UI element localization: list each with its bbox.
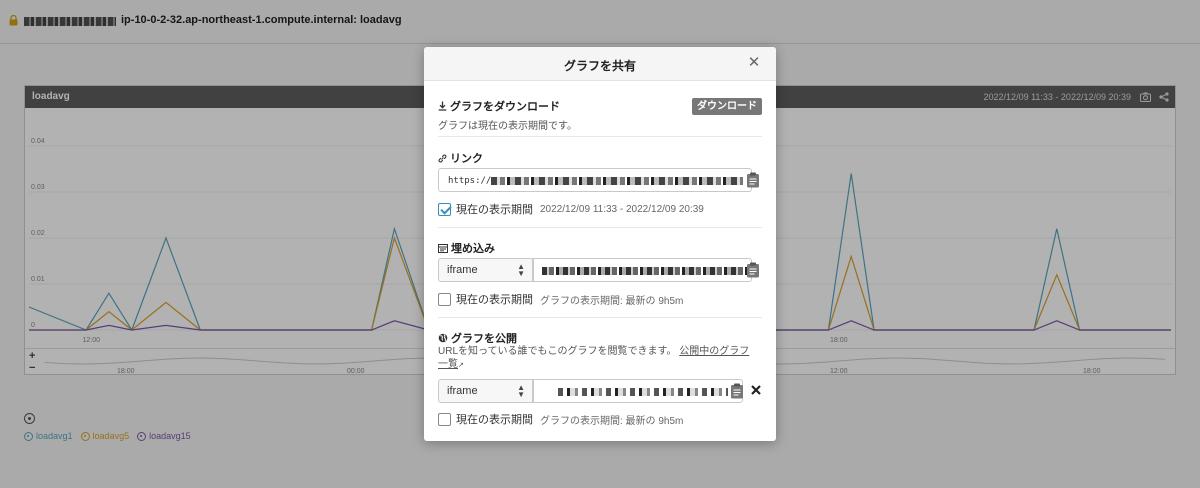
publish-desc: URLを知っている誰でもこのグラフを閲覧できます。 公開中のグラフ一覧↗ bbox=[438, 345, 758, 372]
link-title: リンク bbox=[438, 150, 762, 166]
publish-title-text: グラフを公開 bbox=[451, 333, 517, 345]
embed-period-note: グラフの表示期間: 最新の 9h5m bbox=[540, 295, 684, 307]
embed-current-period-label: 現在の表示期間 bbox=[456, 294, 533, 306]
download-button[interactable]: ダウンロード bbox=[692, 98, 762, 115]
link-section: リンク bbox=[438, 150, 762, 166]
embed-title: 埋め込み bbox=[438, 240, 762, 256]
redacted-publish-code bbox=[558, 388, 728, 396]
share-graph-dialog: グラフを共有 ✕ グラフをダウンロード グラフは現在の表示期間です。 ダウンロー… bbox=[424, 47, 776, 441]
publish-section: グラフを公開 bbox=[438, 330, 762, 346]
select-caret-icon: ▲ ▼ bbox=[517, 262, 525, 278]
publish-title: グラフを公開 bbox=[438, 330, 762, 346]
embed-section: 埋め込み bbox=[438, 240, 762, 256]
publish-current-period-checkbox[interactable] bbox=[438, 412, 451, 426]
publish-format-value: iframe bbox=[447, 385, 478, 397]
dialog-title: グラフを共有 bbox=[563, 59, 636, 73]
link-current-period-row[interactable]: 現在の表示期間 2022/12/09 11:33 - 2022/12/09 20… bbox=[438, 201, 704, 217]
download-desc: グラフは現在の表示期間です。 bbox=[438, 121, 577, 132]
publish-code-field[interactable] bbox=[533, 379, 743, 403]
redacted-embed-code bbox=[542, 267, 747, 275]
publish-desc-text: URLを知っている誰でもこのグラフを閲覧できます。 bbox=[438, 346, 677, 357]
publish-current-period-label: 現在の表示期間 bbox=[456, 414, 533, 426]
download-section: グラフをダウンロード グラフは現在の表示期間です。 ダウンロード bbox=[438, 98, 762, 132]
link-current-period-checkbox[interactable] bbox=[438, 202, 451, 216]
embed-format-select[interactable]: iframe ▲ ▼ bbox=[438, 258, 533, 282]
embed-current-period-row[interactable]: 現在の表示期間 グラフの表示期間: 最新の 9h5m bbox=[438, 291, 683, 307]
embed-current-period-checkbox[interactable] bbox=[438, 292, 451, 306]
download-icon bbox=[438, 101, 447, 111]
unpublish-x-icon[interactable] bbox=[750, 384, 762, 396]
clipboard-copy-icon[interactable] bbox=[746, 172, 760, 188]
embed-title-text: 埋め込み bbox=[451, 243, 495, 255]
globe-icon bbox=[438, 333, 448, 343]
clipboard-copy-icon[interactable] bbox=[746, 262, 760, 278]
link-title-text: リンク bbox=[450, 153, 483, 165]
divider bbox=[438, 136, 762, 137]
divider bbox=[438, 317, 762, 318]
download-title-text: グラフをダウンロード bbox=[450, 101, 560, 113]
link-icon bbox=[438, 154, 447, 162]
link-current-period-label: 現在の表示期間 bbox=[456, 204, 533, 216]
share-url-field[interactable]: https:// bbox=[438, 168, 752, 192]
select-caret-icon: ▲ ▼ bbox=[517, 383, 525, 399]
divider bbox=[438, 227, 762, 228]
embed-format-value: iframe bbox=[447, 264, 478, 276]
external-link-icon: ↗ bbox=[458, 362, 464, 369]
publish-format-select[interactable]: iframe ▲ ▼ bbox=[438, 379, 533, 403]
link-current-period-value: 2022/12/09 11:33 - 2022/12/09 20:39 bbox=[540, 203, 704, 215]
clipboard-copy-icon[interactable] bbox=[730, 383, 744, 399]
embed-code-field[interactable] bbox=[533, 258, 752, 282]
share-url-prefix: https:// bbox=[448, 176, 492, 186]
publish-period-note: グラフの表示期間: 最新の 9h5m bbox=[540, 415, 684, 427]
embed-icon bbox=[438, 243, 448, 253]
close-button[interactable]: ✕ bbox=[746, 55, 762, 71]
redacted-url bbox=[491, 177, 743, 185]
dialog-header: グラフを共有 ✕ bbox=[424, 47, 776, 81]
publish-current-period-row[interactable]: 現在の表示期間 グラフの表示期間: 最新の 9h5m bbox=[438, 411, 683, 427]
